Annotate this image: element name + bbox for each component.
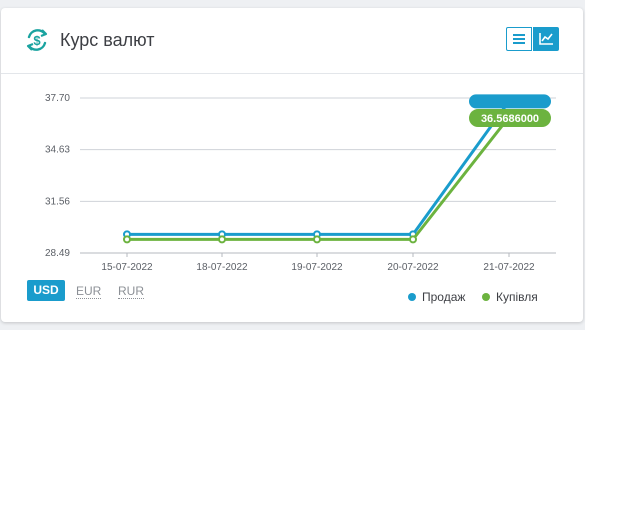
legend-buy-dot [482, 293, 490, 301]
data-point [123, 235, 131, 244]
series-lines [123, 97, 513, 244]
x-tick-label: 20-07-2022 [387, 262, 439, 273]
x-tick-label: 18-07-2022 [196, 262, 248, 273]
x-axis-ticks: 15-07-2022 18-07-2022 19-07-2022 20-07-2022… [101, 253, 535, 273]
data-point [218, 235, 226, 244]
value-tooltip: 36.5686000 [469, 94, 551, 128]
currency-eur-link[interactable]: EUR [76, 284, 102, 299]
data-point [409, 235, 417, 244]
x-tick-label: 15-07-2022 [101, 262, 153, 273]
series-line [127, 100, 511, 236]
tooltip-value-label: 36.5686000 [481, 113, 539, 125]
legend-buy-label[interactable]: Купівля [496, 290, 538, 304]
currency-rur-link[interactable]: RUR [118, 284, 144, 299]
y-tick-label: 37.70 [45, 93, 70, 104]
x-tick-label: 19-07-2022 [291, 262, 343, 273]
y-tick-label: 28.49 [45, 248, 70, 259]
currency-usd-button[interactable]: USD [27, 280, 65, 301]
rate-line-chart: 37.70 34.63 31.56 28.49 15-07-2022 18-07-202… [45, 93, 556, 273]
y-tick-label: 34.63 [45, 145, 70, 156]
data-point [313, 235, 321, 244]
x-tick-label: 21-07-2022 [483, 262, 535, 273]
y-axis-ticks: 37.70 34.63 31.56 28.49 [45, 93, 70, 259]
legend-sell-dot [408, 293, 416, 301]
tooltip-sell-badge [469, 94, 551, 109]
y-tick-label: 31.56 [45, 196, 70, 207]
legend-sell-label[interactable]: Продаж [422, 290, 465, 304]
